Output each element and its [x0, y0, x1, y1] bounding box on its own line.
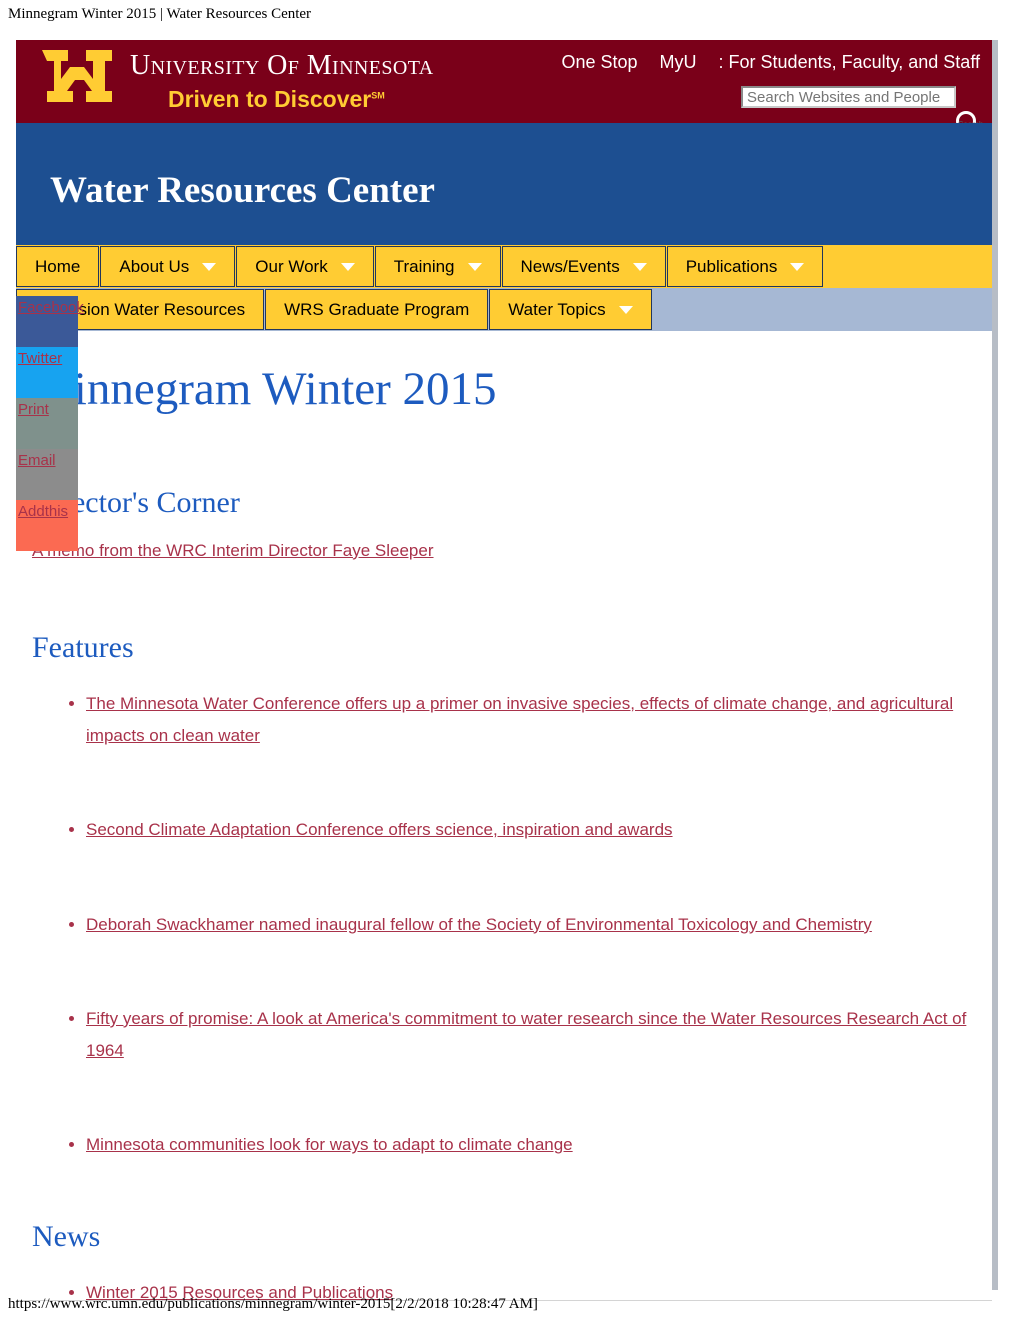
section-heading-directors-corner: Director's Corner: [32, 485, 240, 519]
directors-corner-memo: A memo from the WRC Interim Director Fay…: [32, 541, 972, 561]
myu-link[interactable]: MyU: [660, 52, 697, 72]
feature-link[interactable]: The Minnesota Water Conference offers up…: [86, 694, 953, 745]
memo-link[interactable]: A memo from the WRC Interim Director Fay…: [32, 541, 434, 560]
umn-tagline: : For Students, Faculty, and Staff: [718, 52, 980, 72]
site-title: Water Resources Center: [50, 170, 435, 211]
page-title: Minnegram Winter 2015: [32, 363, 497, 415]
chevron-down-icon: [790, 262, 805, 271]
chevron-down-icon: [632, 262, 647, 271]
chevron-down-icon: [202, 262, 217, 271]
share-label: Twitter: [18, 350, 63, 367]
nav-item-label: Home: [35, 256, 81, 276]
list-item: Deborah Swackhamer named inaugural fello…: [86, 909, 972, 941]
share-label: Email: [18, 452, 56, 469]
umn-sm-mark: SM: [371, 89, 385, 100]
nav-item-about-us[interactable]: About Us: [100, 246, 236, 287]
share-button-facebook[interactable]: Facebook: [16, 296, 84, 347]
nav-item-label: Our Work: [255, 256, 328, 276]
features-list: The Minnesota Water Conference offers up…: [32, 688, 972, 1162]
chevron-down-icon: [340, 262, 355, 271]
umn-m-icon: [42, 50, 112, 102]
list-item: Minnesota communities look for ways to a…: [86, 1129, 972, 1161]
main-navigation: Home About Us Our Work Training News/Eve…: [16, 245, 992, 331]
chevron-down-icon: [618, 305, 633, 314]
list-item: Second Climate Adaptation Conference off…: [86, 814, 972, 846]
nav-item-training[interactable]: Training: [374, 246, 501, 287]
nav-item-wrs-graduate-program[interactable]: WRS Graduate Program: [265, 289, 489, 330]
section-heading-features: Features: [32, 630, 134, 664]
share-label: Facebook: [18, 299, 84, 316]
nav-row-secondary: Extension Water Resources WRS Graduate P…: [16, 288, 992, 331]
nav-item-our-work[interactable]: Our Work: [236, 246, 374, 287]
main-content: Minnegram Winter 2015 Director's Corner …: [16, 332, 992, 1309]
umn-wordmark: University of Minnesota Driven to Discov…: [130, 49, 434, 112]
nav-item-home[interactable]: Home: [16, 246, 100, 287]
feature-link[interactable]: Deborah Swackhamer named inaugural fello…: [86, 915, 872, 934]
share-button-twitter[interactable]: Twitter: [16, 347, 78, 398]
list-item: The Minnesota Water Conference offers up…: [86, 688, 972, 753]
share-button-addthis[interactable]: Addthis: [16, 500, 78, 551]
share-button-email[interactable]: Email: [16, 449, 78, 500]
chevron-down-icon: [467, 262, 482, 271]
site-title-band: Water Resources Center: [16, 123, 992, 245]
umn-wordmark-line2: Driven to DiscoverSM: [168, 85, 385, 112]
umn-header-band: University of Minnesota Driven to Discov…: [16, 40, 992, 139]
umn-wordmark-line1: University of Minnesota: [130, 49, 434, 81]
nav-item-label: News/Events: [520, 256, 620, 276]
browser-print-header: Minnegram Winter 2015 | Water Resources …: [8, 6, 312, 22]
feature-link[interactable]: Fifty years of promise: A look at Americ…: [86, 1009, 966, 1060]
umn-logo[interactable]: University of Minnesota Driven to Discov…: [38, 48, 434, 114]
nav-item-news-events[interactable]: News/Events: [501, 246, 666, 287]
share-label: Addthis: [18, 503, 69, 520]
nav-item-label: WRS Graduate Program: [284, 299, 470, 319]
search-input[interactable]: [741, 86, 956, 108]
page-container: University of Minnesota Driven to Discov…: [16, 40, 998, 1302]
section-heading-news: News: [32, 1219, 101, 1253]
share-label: Print: [18, 401, 49, 418]
search-container: [741, 86, 956, 108]
nav-item-label: Water Topics: [508, 299, 606, 319]
one-stop-link[interactable]: One Stop: [561, 52, 637, 72]
feature-link[interactable]: Second Climate Adaptation Conference off…: [86, 820, 673, 839]
nav-item-publications[interactable]: Publications: [666, 246, 824, 287]
share-button-print[interactable]: Print: [16, 398, 78, 449]
umn-utility-links: One Stop MyU : For Students, Faculty, and …: [561, 52, 980, 73]
feature-link[interactable]: Minnesota communities look for ways to a…: [86, 1135, 573, 1154]
nav-item-label: Publications: [685, 256, 778, 276]
nav-row-primary: Home About Us Our Work Training News/Eve…: [16, 245, 992, 288]
nav-item-label: Training: [393, 256, 455, 276]
nav-item-water-topics[interactable]: Water Topics: [489, 289, 652, 330]
nav-item-label: About Us: [119, 256, 190, 276]
browser-print-footer-url: https://www.wrc.umn.edu/publications/min…: [8, 1296, 538, 1312]
list-item: Fifty years of promise: A look at Americ…: [86, 1003, 972, 1068]
social-share-rail: Facebook Twitter Print Email Addthis: [16, 296, 84, 551]
